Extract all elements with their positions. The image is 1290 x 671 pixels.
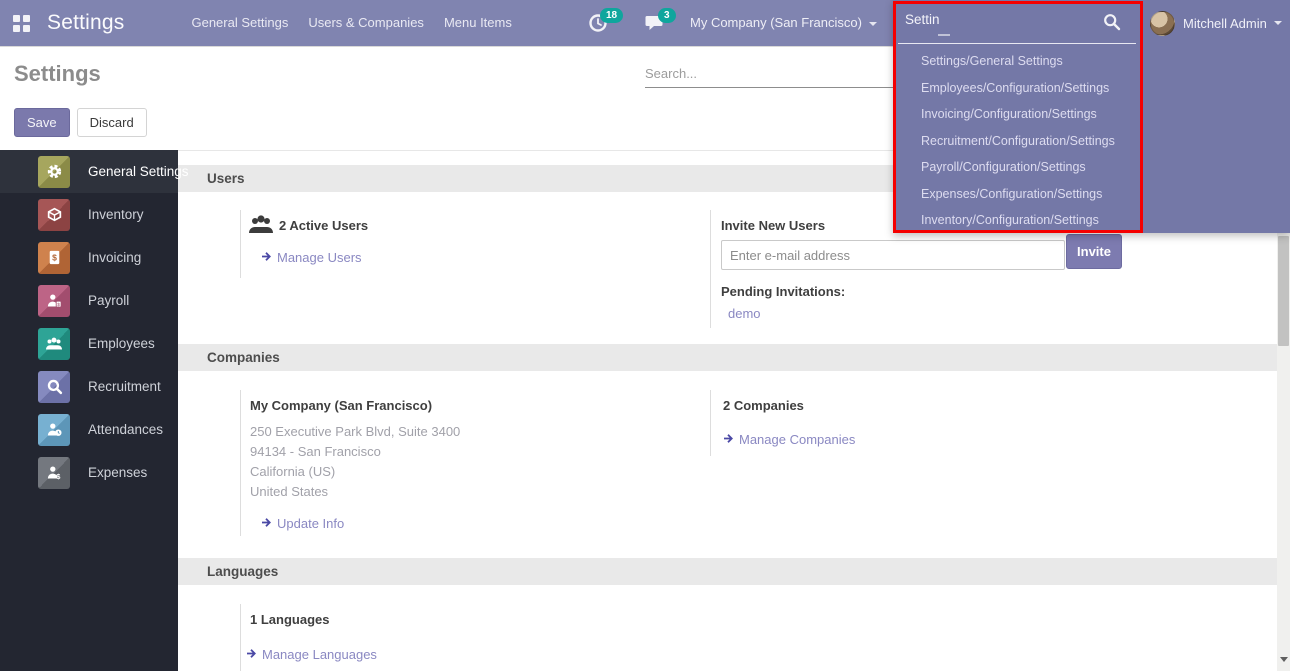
arrow-right-icon [261,516,272,531]
magnifier-icon [38,371,70,403]
user-menu[interactable]: Mitchell Admin [1150,0,1282,46]
sidebar-item-general-settings[interactable]: General Settings [0,150,178,193]
form-buttons: Save Discard [14,108,147,137]
setting-box-divider [710,390,711,456]
page-title: Settings [14,61,101,87]
sidebar-item-label: Expenses [88,465,147,480]
menu-users-companies[interactable]: Users & Companies [298,0,434,46]
user-avatar [1150,11,1175,36]
navbar-menu: General Settings Users & Companies Menu … [181,0,521,46]
active-users-count: 2 Active Users [279,218,368,233]
svg-text:$: $ [57,302,60,308]
apps-grid-icon[interactable] [13,15,30,32]
setting-box-divider [240,604,241,671]
invoice-document-icon: $ [38,242,70,274]
chevron-down-icon [1274,21,1282,25]
company-address-line: 94134 - San Francisco [250,444,381,459]
invite-new-users-title: Invite New Users [721,218,825,233]
manage-users-label: Manage Users [277,250,362,265]
sidebar-item-label: Payroll [88,293,129,308]
scrollbar-down-arrow-icon[interactable] [1280,657,1288,662]
sidebar-item-label: Inventory [88,207,144,222]
companies-count: 2 Companies [723,398,804,413]
arrow-right-icon [246,647,257,662]
search-input-underline [898,43,1136,44]
update-info-link[interactable]: Update Info [261,516,344,531]
sidebar-item-invoicing[interactable]: $ Invoicing [0,236,178,279]
section-header-companies: Companies [178,344,1277,371]
sidebar-item-label: Employees [88,336,155,351]
section-header-languages: Languages [178,558,1277,585]
scrollbar-thumb[interactable] [1278,236,1289,346]
gear-icon [38,156,70,188]
app-brand-title: Settings [47,11,124,35]
manage-languages-link[interactable]: Manage Languages [246,647,377,662]
payroll-person-icon: $ [38,285,70,317]
company-switcher[interactable]: My Company (San Francisco) [690,0,877,46]
svg-text:$: $ [56,472,61,481]
text-cursor [938,34,950,36]
search-result-item[interactable]: Expenses/Configuration/Settings [893,181,1290,208]
languages-count: 1 Languages [250,612,329,627]
update-info-label: Update Info [277,516,344,531]
manage-companies-label: Manage Companies [739,432,855,447]
sidebar-item-label: General Settings [88,164,189,179]
search-result-item[interactable]: Recruitment/Configuration/Settings [893,128,1290,155]
menu-menu-items[interactable]: Menu Items [434,0,522,46]
settings-sidebar: General Settings Inventory $ Invoicing $… [0,150,178,671]
pending-invitation-user-link[interactable]: demo [728,306,761,321]
settings-search-input[interactable] [645,62,893,88]
arrow-right-icon [723,432,734,447]
invite-button[interactable]: Invite [1066,234,1122,269]
sidebar-item-label: Invoicing [88,250,141,265]
user-name: Mitchell Admin [1183,16,1267,31]
box-icon [38,199,70,231]
menu-search-input[interactable] [905,12,1105,27]
attendance-person-clock-icon [38,414,70,446]
company-address-line: California (US) [250,464,335,479]
svg-text:$: $ [52,253,57,263]
pending-invitations-title: Pending Invitations: [721,284,845,299]
sidebar-item-payroll[interactable]: $ Payroll [0,279,178,322]
company-address-line: 250 Executive Park Blvd, Suite 3400 [250,424,460,439]
people-group-icon [38,328,70,360]
search-result-item[interactable]: Settings/General Settings [893,48,1290,75]
invite-email-field[interactable] [721,240,1065,270]
company-name: My Company (San Francisco) [250,398,432,413]
manage-users-link[interactable]: Manage Users [261,250,362,265]
messages-badge: 3 [658,8,676,23]
manage-companies-link[interactable]: Manage Companies [723,432,855,447]
chevron-down-icon [869,22,877,26]
sidebar-item-inventory[interactable]: Inventory [0,193,178,236]
sidebar-item-expenses[interactable]: $ Expenses [0,451,178,494]
arrow-right-icon [261,250,272,265]
search-result-item[interactable]: Employees/Configuration/Settings [893,75,1290,102]
users-group-icon [248,213,274,235]
manage-languages-label: Manage Languages [262,647,377,662]
sidebar-item-label: Recruitment [88,379,161,394]
sidebar-item-employees[interactable]: Employees [0,322,178,365]
search-icon[interactable] [1103,13,1121,31]
company-switcher-label: My Company (San Francisco) [690,15,862,30]
setting-box-divider [240,390,241,536]
save-button[interactable]: Save [14,108,70,137]
pending-user-label: demo [728,306,761,321]
search-result-item[interactable]: Payroll/Configuration/Settings [893,154,1290,181]
menu-general-settings[interactable]: General Settings [181,0,298,46]
setting-box-divider [240,210,241,278]
sidebar-item-recruitment[interactable]: Recruitment [0,365,178,408]
search-result-item[interactable]: Invoicing/Configuration/Settings [893,101,1290,128]
search-result-item[interactable]: Inventory/Configuration/Settings [893,207,1290,234]
sidebar-item-attendances[interactable]: Attendances [0,408,178,451]
setting-box-divider [710,210,711,328]
activity-badge: 18 [600,8,623,23]
discard-button[interactable]: Discard [77,108,147,137]
search-results-list: Settings/General Settings Employees/Conf… [893,48,1290,234]
settings-app-window: Settings General Settings Users & Compan… [0,0,1290,671]
expense-person-dollar-icon: $ [38,457,70,489]
company-address-line: United States [250,484,328,499]
sidebar-item-label: Attendances [88,422,163,437]
